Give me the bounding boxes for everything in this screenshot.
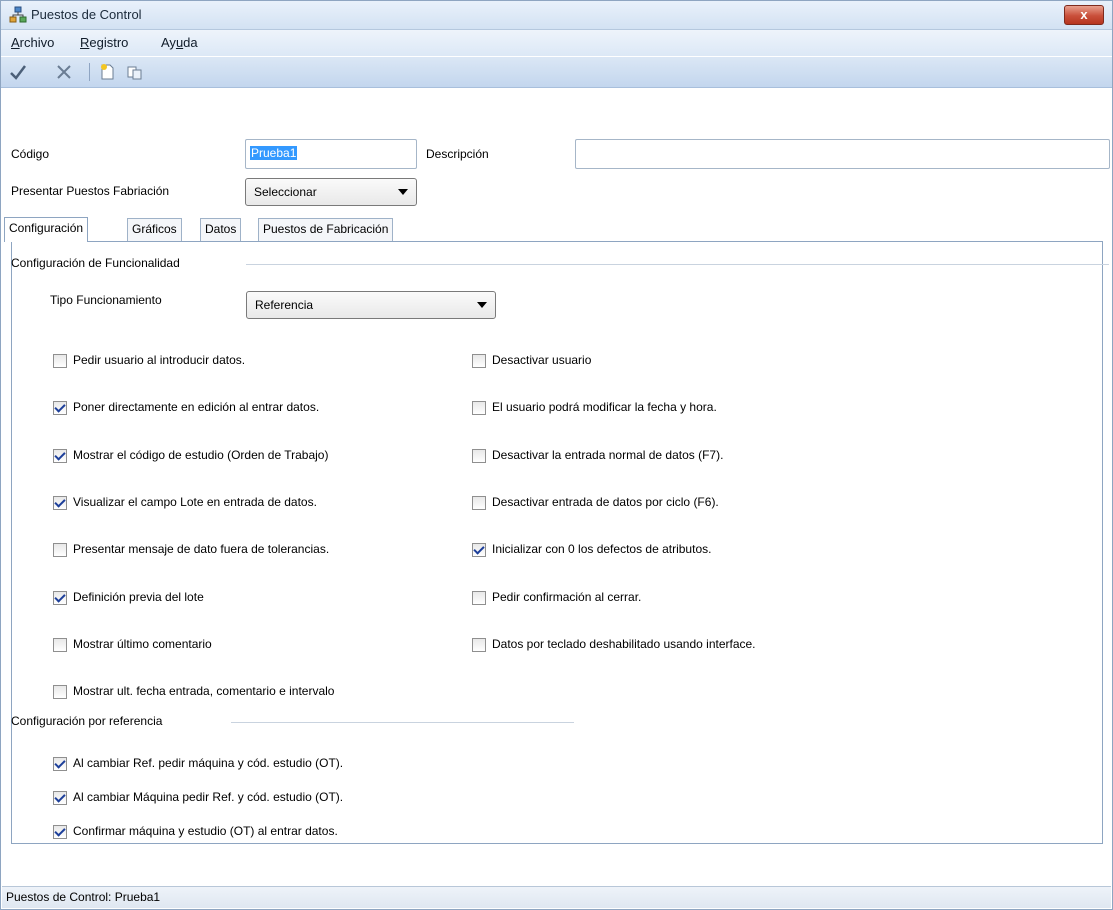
- tab-puestos-fabricacion[interactable]: Puestos de Fabricación: [258, 218, 394, 241]
- group-referencia-title: Configuración por referencia: [11, 714, 163, 728]
- option-checkbox-label: Presentar mensaje de dato fuera de toler…: [73, 542, 330, 557]
- option-checkbox[interactable]: [472, 354, 486, 368]
- close-icon: x: [1080, 7, 1088, 22]
- chevron-down-icon: [398, 189, 408, 195]
- chevron-down-icon: [477, 302, 487, 308]
- presentar-value: Seleccionar: [254, 185, 317, 199]
- option-checkbox[interactable]: [53, 495, 67, 510]
- presentar-select[interactable]: Seleccionar: [245, 178, 417, 206]
- option-checkbox-label: Mostrar el código de estudio (Orden de T…: [73, 447, 329, 462]
- accept-check-icon[interactable]: [9, 63, 27, 81]
- group-funcionalidad-title: Configuración de Funcionalidad: [11, 256, 180, 270]
- ref-option-checkbox[interactable]: [53, 791, 67, 805]
- group-divider: [246, 264, 1109, 265]
- option-checkbox-label: Desactivar usuario: [492, 353, 592, 367]
- menu-archivo[interactable]: Archivo: [11, 35, 54, 50]
- tipo-label: Tipo Funcionamiento: [50, 293, 162, 307]
- option-checkbox-label: Poner directamente en edición al entrar …: [73, 400, 320, 415]
- close-button[interactable]: x: [1064, 5, 1104, 25]
- ref-option-checkbox[interactable]: [53, 825, 67, 839]
- option-checkbox-label: Inicializar con 0 los defectos de atribu…: [492, 542, 712, 557]
- status-bar: Puestos de Control: Prueba1: [2, 886, 1111, 908]
- ref-option-checkbox-label: Al cambiar Máquina pedir Ref. y cód. est…: [73, 790, 344, 804]
- menu-bar: Archivo Registro Ayuda: [1, 30, 1112, 56]
- new-document-icon[interactable]: [98, 63, 116, 81]
- title-bar[interactable]: Puestos de Control x: [1, 1, 1112, 30]
- tab-strip: Configuración Gráficos Datos Puestos de …: [2, 217, 1111, 242]
- option-checkbox[interactable]: [472, 590, 486, 605]
- tab-configuracion[interactable]: Configuración: [4, 217, 89, 242]
- codigo-value: Prueba1: [250, 146, 298, 160]
- window-title: Puestos de Control: [31, 7, 142, 22]
- codigo-label: Código: [11, 147, 50, 161]
- option-checkbox[interactable]: [472, 495, 486, 510]
- option-checkbox-label: El usuario podrá modificar la fecha y ho…: [492, 400, 717, 415]
- option-checkbox[interactable]: [472, 448, 486, 463]
- menu-ayuda[interactable]: Ayuda: [161, 35, 198, 50]
- copy-icon[interactable]: [126, 63, 144, 81]
- option-checkbox[interactable]: [472, 401, 486, 416]
- tipo-value: Referencia: [255, 298, 314, 312]
- option-checkbox[interactable]: [53, 543, 67, 558]
- main-window: Puestos de Control x Archivo Registro Ay…: [0, 0, 1113, 910]
- ref-option-checkbox[interactable]: [53, 757, 67, 771]
- option-checkbox[interactable]: [53, 590, 67, 605]
- option-checkbox-label: Pedir confirmación al cerrar.: [492, 589, 642, 604]
- option-checkbox[interactable]: [53, 448, 67, 463]
- descripcion-label: Descripción: [426, 147, 489, 161]
- ref-option-checkbox-label: Al cambiar Ref. pedir máquina y cód. est…: [73, 756, 344, 770]
- option-checkbox-label: Pedir usuario al introducir datos.: [73, 353, 246, 367]
- status-text: Puestos de Control: Prueba1: [6, 890, 161, 904]
- option-checkbox[interactable]: [53, 354, 67, 368]
- option-checkbox-label: Datos por teclado deshabilitado usando i…: [492, 636, 756, 651]
- option-checkbox-label: Visualizar el campo Lote en entrada de d…: [73, 494, 317, 509]
- toolbar-separator: [89, 63, 90, 81]
- option-checkbox[interactable]: [53, 401, 67, 416]
- tab-datos[interactable]: Datos: [200, 218, 242, 241]
- cancel-x-icon[interactable]: [55, 63, 73, 81]
- presentar-label: Presentar Puestos Fabriación: [11, 184, 170, 198]
- menu-registro[interactable]: Registro: [80, 35, 128, 50]
- option-checkbox[interactable]: [472, 637, 486, 652]
- group-divider: [231, 722, 574, 723]
- ref-option-checkbox-label: Confirmar máquina y estudio (OT) al entr…: [73, 824, 338, 838]
- tab-graficos[interactable]: Gráficos: [127, 218, 182, 241]
- option-checkbox-label: Desactivar entrada de datos por ciclo (F…: [492, 494, 719, 509]
- option-checkbox-label: Definición previa del lote: [73, 589, 204, 604]
- tipo-select[interactable]: Referencia: [246, 291, 496, 319]
- codigo-input[interactable]: Prueba1: [245, 139, 417, 169]
- option-checkbox-label: Desactivar la entrada normal de datos (F…: [492, 447, 724, 462]
- option-checkbox-label: Mostrar ult. fecha entrada, comentario e…: [73, 684, 335, 699]
- descripcion-input[interactable]: [575, 139, 1110, 169]
- app-network-icon: [9, 6, 27, 23]
- option-checkbox[interactable]: [53, 685, 67, 700]
- option-checkbox-label: Mostrar último comentario: [73, 636, 212, 651]
- option-checkbox[interactable]: [472, 543, 486, 558]
- toolbar: [1, 57, 1112, 88]
- option-checkbox[interactable]: [53, 637, 67, 652]
